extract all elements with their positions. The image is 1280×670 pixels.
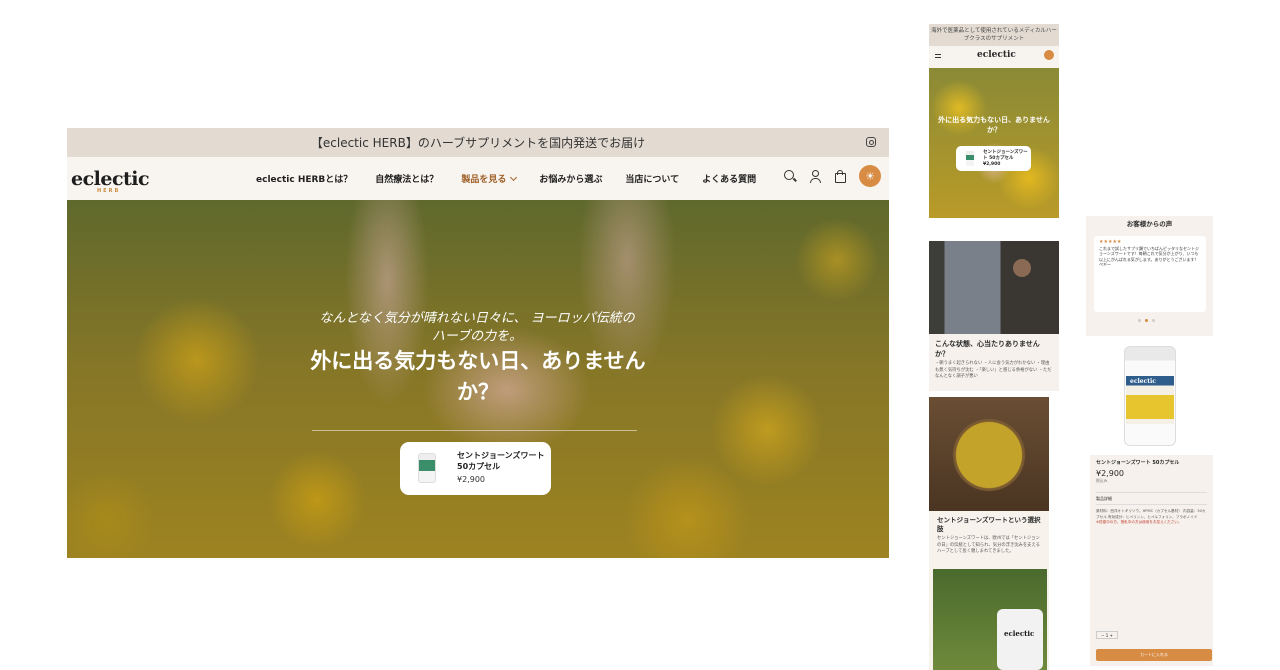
mobile-hero-title: 外に出る気力もない日、ありませんか？ (938, 116, 1050, 134)
quantity-stepper[interactable]: − 1 + (1096, 631, 1118, 639)
logo[interactable]: eclectic (71, 168, 150, 190)
hero-product-card[interactable]: セントジョーンズワート 50カプセル ¥2,900 (400, 442, 551, 495)
mobile-preview-choice: セントジョーンズワートという選択肢 セントジョーンズワートは、欧州では「セントジ… (929, 397, 1049, 670)
mobile-preview-product: セントジョーンズワート 50カプセル ¥2,900 税込み 製品詳細 原材料：西… (1090, 455, 1213, 666)
details-accordion[interactable]: 製品詳細 (1096, 492, 1207, 505)
review-card: ★★★★★ これまで試したサプリ類でいちばんピッタリなセントジョーンズワートです… (1094, 236, 1206, 312)
account-icon[interactable] (809, 169, 822, 183)
details-text: 原材料：西洋オトギリソウ、HPMC（カプセル基材） 内容量：50カプセル 有効成… (1096, 509, 1206, 519)
cart-icon[interactable] (834, 169, 847, 183)
header-icons: ☀ (784, 165, 881, 187)
concern-body: ・朝うまく起きられない ・人に会う気力がわかない ・理由も無く気持ちが沈む ・「… (935, 361, 1052, 379)
mobile-preview-hero: 海外で医薬品として使用されているメディカルハーブクラスのサプリメント eclec… (929, 24, 1059, 218)
bottle-photo (933, 569, 1047, 670)
mobile-product-name: セントジョーンズワート 50カプセル (983, 150, 1028, 161)
mobile-product-price: ¥2,900 (983, 162, 1001, 167)
hero-title: 外に出る気力もない日、ありませんか？ (310, 349, 646, 404)
desktop-preview: 【eclectic HERB】のハーブサプリメントを国内発送でお届け eclec… (67, 128, 889, 558)
nav-item-about[interactable]: eclectic HERBとは？ (256, 172, 352, 185)
mobile-preview-jar: eclectic (1086, 340, 1213, 452)
concern-photo (929, 241, 1059, 334)
sun-icon[interactable]: ☀ (859, 165, 881, 187)
mobile-hero: 外に出る気力もない日、ありませんか？ セントジョーンズワート 50カプセル ¥2… (929, 68, 1059, 218)
nav-item-concerns[interactable]: お悩みから選ぶ (539, 172, 602, 185)
mobile-logo[interactable]: eclectic (977, 50, 1016, 60)
choice-body: セントジョーンズワートは、欧州では「セントジョンの日」の伝統として知られ、気分の… (937, 536, 1040, 554)
product-price: ¥2,900 (457, 475, 485, 484)
jar-logo: eclectic (1130, 378, 1156, 385)
nav-item-naturopathy[interactable]: 自然療法とは？ (375, 172, 438, 185)
hero-banner: なんとなく気分が晴れない日々に、 ヨーロッパ伝統のハーブの力を。 外に出る気力も… (67, 200, 889, 558)
mobile-product-card[interactable]: セントジョーンズワート 50カプセル ¥2,900 (956, 146, 1031, 171)
header-nav: eclectic HERB eclectic HERBとは？ 自然療法とは？ 製… (67, 157, 889, 200)
nav-item-products[interactable]: 製品を見る (461, 172, 518, 185)
choice-heading: セントジョーンズワートという選択肢 (937, 516, 1041, 533)
main-menu: eclectic HERBとは？ 自然療法とは？ 製品を見る お悩みから選ぶ 当… (256, 157, 756, 200)
carousel-dots[interactable] (1138, 319, 1155, 322)
herb-bowl-photo (929, 397, 1049, 511)
product-thumbnail (418, 453, 436, 483)
announcement-text: 【eclectic HERB】のハーブサプリメントを国内発送でお届け (310, 136, 646, 150)
product-name: セントジョーンズワート 50カプセル (457, 451, 545, 471)
logo-sub: HERB (97, 188, 121, 194)
hero-divider (312, 430, 637, 431)
concern-heading: こんな状態、心当たりありませんか？ (935, 340, 1040, 358)
product-title: セントジョーンズワート 50カプセル (1096, 460, 1180, 466)
reviews-heading: お客様からの声 (1126, 220, 1173, 228)
nav-item-store[interactable]: 当店について (625, 172, 679, 185)
page-root: 【eclectic HERB】のハーブサプリメントを国内発送でお届け eclec… (0, 0, 1280, 670)
tax-note: 税込み (1096, 478, 1108, 483)
bottle-logo: eclectic (1004, 629, 1035, 638)
search-icon[interactable] (784, 169, 797, 183)
chevron-down-icon (510, 173, 518, 182)
warning-text: ※妊娠中の方、授乳中の方は使用をお控えください。 (1096, 520, 1182, 525)
product-price: ¥2,900 (1096, 469, 1124, 478)
mobile-preview-concern: こんな状態、心当たりありませんか？ ・朝うまく起きられない ・人に会う気力がわか… (929, 241, 1059, 391)
mobile-preview-reviews: お客様からの声 ★★★★★ これまで試したサプリ類でいちばんピッタリなセントジョ… (1086, 216, 1213, 336)
mobile-announcement: 海外で医薬品として使用されているメディカルハーブクラスのサプリメント (929, 24, 1059, 46)
add-to-cart-button[interactable]: カートに入れる (1096, 649, 1212, 661)
mobile-header: eclectic (929, 46, 1059, 68)
product-thumbnail (966, 151, 974, 166)
announcement-bar: 【eclectic HERB】のハーブサプリメントを国内発送でお届け (67, 128, 889, 157)
instagram-icon[interactable] (866, 137, 876, 147)
review-author: ペギー (1099, 262, 1111, 267)
menu-icon[interactable] (935, 54, 941, 58)
nav-item-products-label: 製品を見る (461, 175, 507, 185)
hero-subtitle: なんとなく気分が晴れない日々に、 ヨーロッパ伝統のハーブの力を。 (319, 311, 635, 344)
nav-item-faq[interactable]: よくある質問 (702, 172, 756, 185)
product-details: 原材料：西洋オトギリソウ、HPMC（カプセル基材） 内容量：50カプセル 有効成… (1096, 509, 1207, 526)
sun-icon[interactable] (1044, 50, 1054, 60)
review-text: これまで試したサプリ類でいちばんピッタリなセントジョーンズワートです！毎朝これで… (1099, 245, 1199, 262)
